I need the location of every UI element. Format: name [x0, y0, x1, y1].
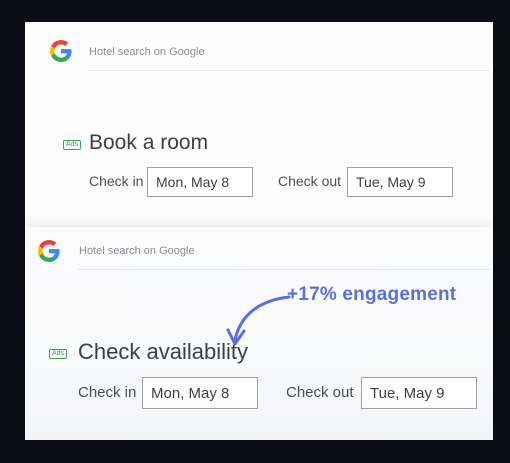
- check-out-field[interactable]: Tue, May 9: [347, 167, 453, 197]
- check-in-label: Check in: [78, 384, 137, 401]
- slide-frame: Hotel search on Google Ads Book a room C…: [25, 22, 493, 440]
- check-in-field[interactable]: Mon, May 8: [147, 167, 253, 197]
- google-g-icon: [50, 40, 72, 62]
- ad-headline[interactable]: Check availability: [78, 339, 248, 365]
- check-out-label: Check out: [286, 384, 354, 401]
- ads-badge: Ads: [63, 140, 82, 150]
- search-context-label: Hotel search on Google: [89, 46, 205, 58]
- check-out-field[interactable]: Tue, May 9: [361, 377, 477, 409]
- check-in-field[interactable]: Mon, May 8: [142, 377, 258, 409]
- check-in-label: Check in: [89, 173, 144, 189]
- divider: [79, 269, 489, 270]
- ad-variant-check-availability: Hotel search on Google +17% engagement A…: [25, 227, 493, 440]
- check-out-label: Check out: [278, 173, 342, 189]
- search-context-label: Hotel search on Google: [79, 245, 195, 257]
- ads-badge: Ads: [49, 349, 68, 359]
- ad-headline[interactable]: Book a room: [89, 131, 208, 155]
- divider: [89, 70, 489, 71]
- ad-variant-book-a-room: Hotel search on Google Ads Book a room C…: [25, 22, 493, 227]
- google-g-icon: [38, 240, 60, 262]
- engagement-callout: +17% engagement: [287, 284, 457, 305]
